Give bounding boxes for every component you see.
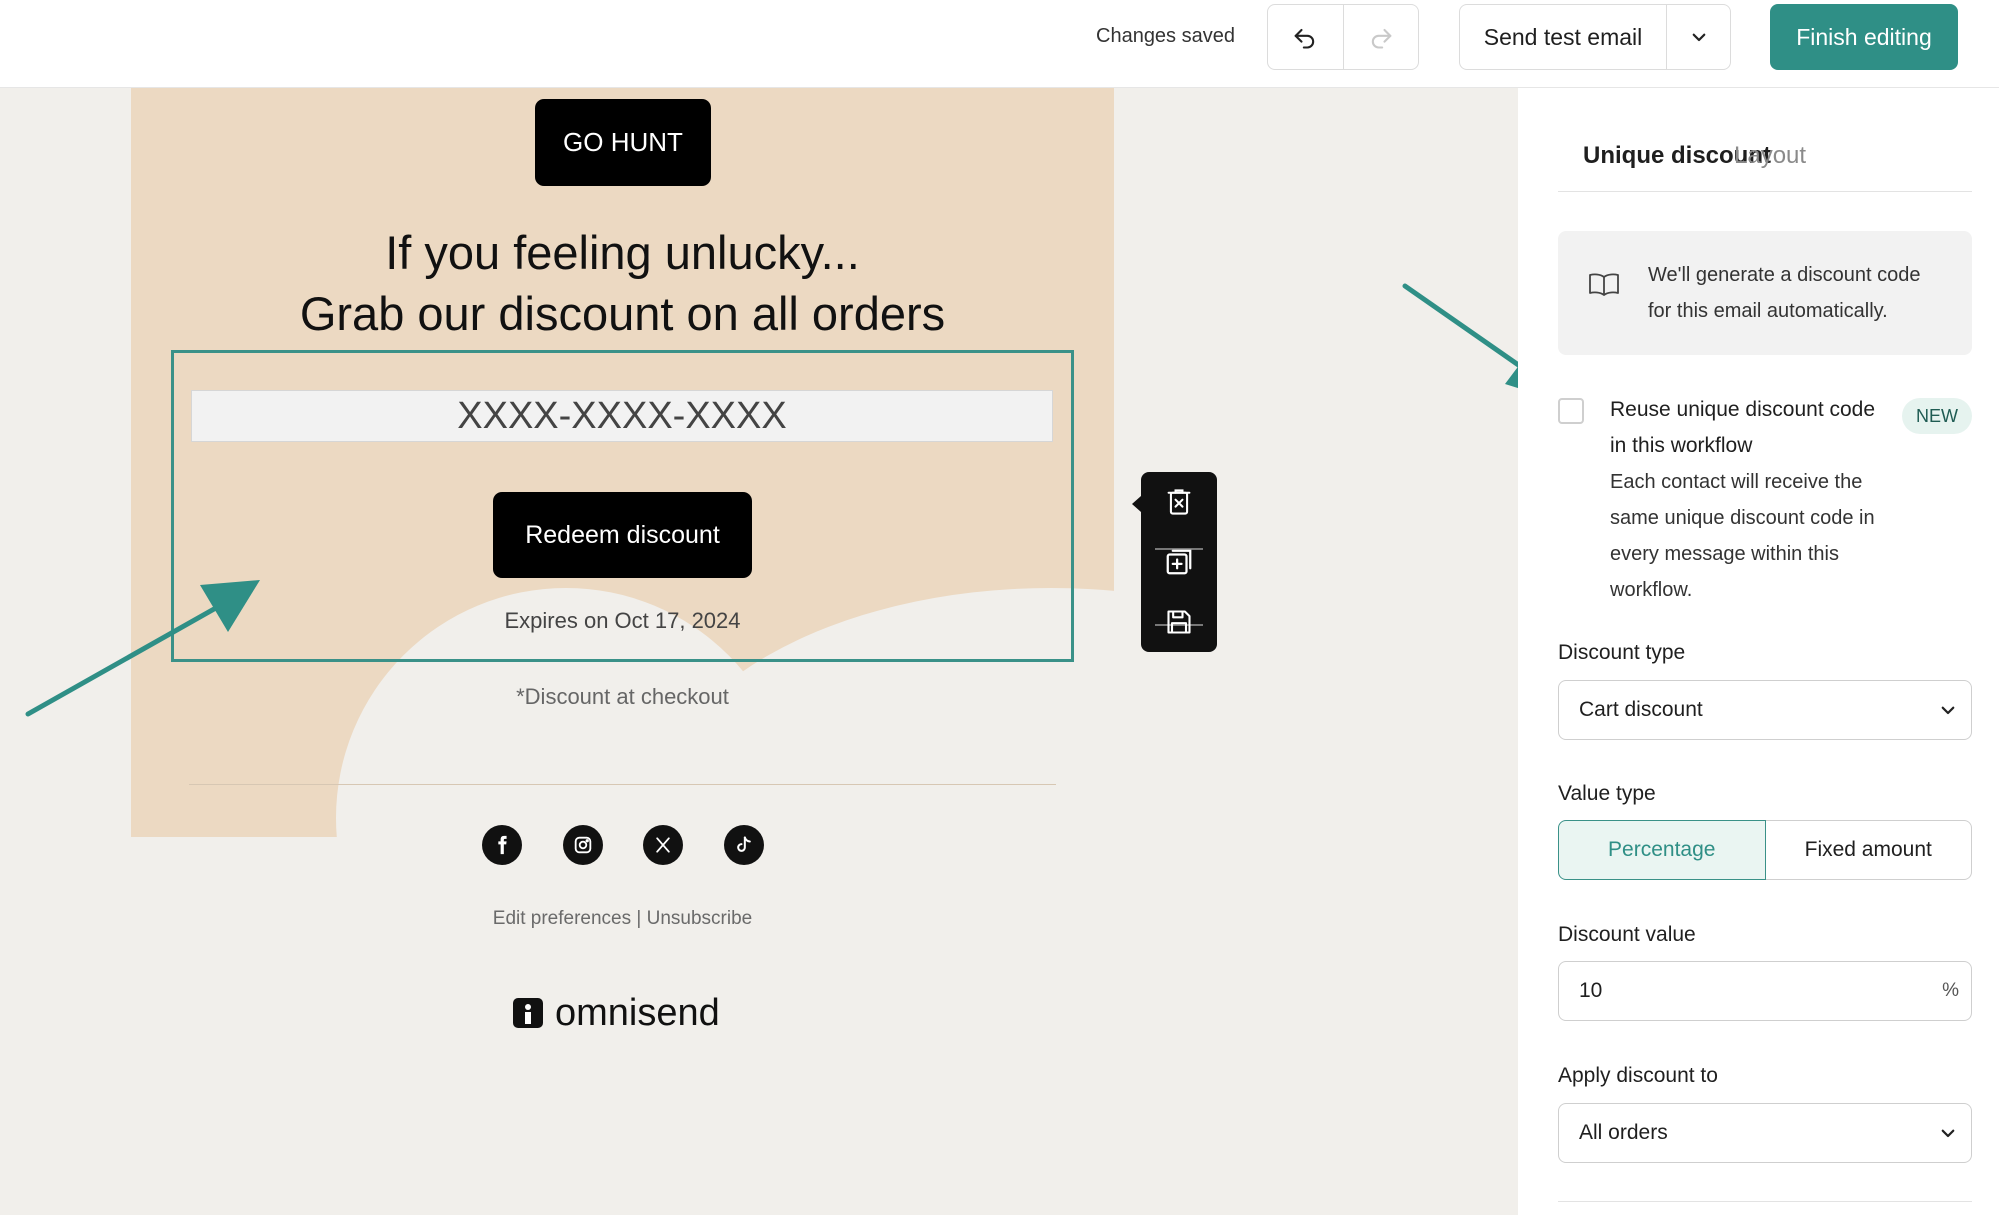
facebook-icon[interactable] [482, 825, 522, 865]
discount-type-select[interactable]: Cart discount [1558, 680, 1972, 740]
value-type-percentage[interactable]: Percentage [1558, 820, 1766, 880]
redo-icon [1371, 28, 1392, 49]
undo-icon [1294, 28, 1315, 49]
value-type-fixed-amount[interactable]: Fixed amount [1765, 820, 1972, 880]
delete-icon [1167, 489, 1191, 515]
undo-button[interactable] [1268, 5, 1343, 69]
settings-panel: Unique discount Layout We'll generate a … [1518, 88, 1999, 1215]
new-badge: NEW [1902, 398, 1972, 434]
apply-discount-value: All orders [1579, 1121, 1668, 1144]
redo-button[interactable] [1342, 5, 1419, 69]
discount-code-box[interactable]: XXXX-XXXX-XXXX [191, 390, 1053, 442]
send-test-group: Send test email [1459, 4, 1731, 70]
chevron-down-icon [1941, 1129, 1955, 1138]
duplicate-icon [1166, 549, 1192, 575]
go-hunt-button[interactable]: GO HUNT [535, 99, 711, 186]
expiry-text: Expires on Oct 17, 2024 [504, 608, 741, 633]
instagram-icon[interactable] [562, 825, 603, 865]
reuse-code-description: Each contact will receive the same uniqu… [1610, 471, 1875, 601]
divider [189, 784, 1056, 785]
finish-editing-button[interactable]: Finish editing [1770, 4, 1958, 70]
info-box: We'll generate a discount code for this … [1558, 231, 1972, 355]
reuse-code-checkbox[interactable] [1558, 398, 1584, 424]
panel-divider [1558, 1201, 1972, 1202]
redeem-discount-button[interactable]: Redeem discount [493, 492, 752, 578]
apply-discount-label: Apply discount to [1558, 1064, 1718, 1087]
email-body: GO HUNT If you feeling unlucky... Grab o… [131, 88, 1114, 837]
info-text: We'll generate a discount code for this … [1648, 264, 1921, 322]
chevron-down-icon [1941, 706, 1955, 715]
brand-logo: omnisend [513, 988, 720, 1038]
tiktok-icon[interactable] [723, 825, 764, 865]
save-status: Changes saved [1096, 25, 1235, 47]
percent-unit: % [1942, 980, 1959, 1001]
send-test-dropdown-button[interactable] [1666, 5, 1730, 69]
social-icons [482, 825, 764, 865]
value-type-label: Value type [1558, 782, 1656, 805]
book-icon [1589, 273, 1619, 296]
headline-line-1: If you feeling unlucky... [385, 226, 860, 279]
save-icon [1167, 610, 1191, 634]
apply-discount-select[interactable]: All orders [1558, 1103, 1972, 1163]
send-test-email-button[interactable]: Send test email [1460, 5, 1666, 69]
x-icon[interactable] [643, 825, 684, 865]
value-type-toggle: Percentage Fixed amount [1558, 820, 1972, 880]
save-block-button[interactable] [1141, 592, 1217, 652]
discount-value-input[interactable]: 10 % [1558, 961, 1972, 1021]
block-toolbar [1132, 472, 1217, 652]
email-headline[interactable]: If you feeling unlucky... Grab our disco… [131, 222, 1114, 344]
reuse-code-label[interactable]: Reuse unique discount code in this workf… [1610, 392, 1890, 464]
preferences-links[interactable]: Edit preferences | Unsubscribe [0, 908, 1245, 930]
chevron-down-icon [1692, 33, 1705, 42]
omnisend-logo-icon [513, 998, 543, 1028]
discount-value-text: 10 [1579, 979, 1603, 1002]
discount-value-label: Discount value [1558, 923, 1696, 946]
discount-type-label: Discount type [1558, 641, 1686, 664]
brand-name: omnisend [555, 991, 720, 1034]
delete-block-button[interactable] [1141, 472, 1217, 532]
headline-line-2: Grab our discount on all orders [299, 287, 946, 340]
email-canvas: GO HUNT If you feeling unlucky... Grab o… [0, 88, 1518, 1215]
discount-type-value: Cart discount [1579, 698, 1703, 721]
history-controls [1267, 4, 1419, 70]
discount-footnote: *Discount at checkout [516, 684, 729, 709]
top-bar: Changes saved Send test email Finish edi… [0, 0, 1999, 88]
panel-tabs: Unique discount Layout [1558, 142, 1972, 192]
tab-layout[interactable]: Layout [1734, 142, 1806, 170]
duplicate-block-button[interactable] [1141, 532, 1217, 592]
